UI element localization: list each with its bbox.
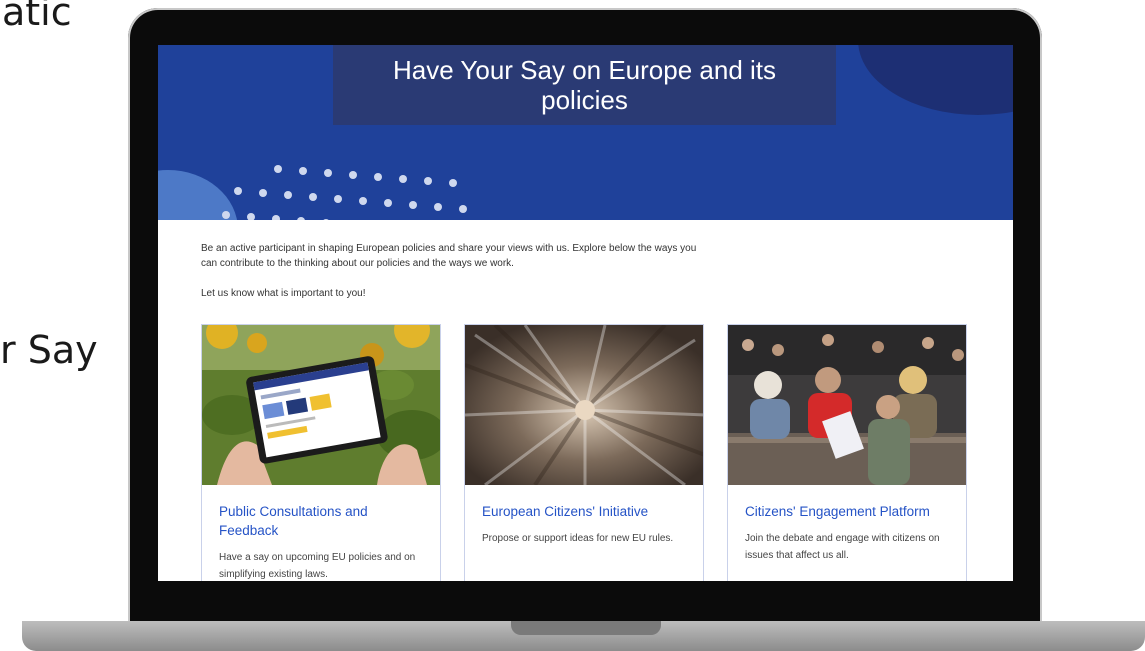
- card-title[interactable]: Public Consultations and Feedback: [219, 502, 419, 540]
- card-description: Join the debate and engage with citizens…: [745, 533, 940, 561]
- card-description: Propose or support ideas for new EU rule…: [482, 533, 674, 544]
- card-description: Have a say on upcoming EU policies and o…: [219, 552, 416, 580]
- card-image-tablet-sunflowers: [202, 325, 440, 485]
- card-image-crowd: [465, 325, 703, 485]
- decorative-blob: [858, 45, 1013, 115]
- card-title[interactable]: European Citizens' Initiative: [482, 502, 682, 521]
- page-title: Have Your Say on Europe and its policies: [392, 55, 777, 115]
- card-european-citizens-initiative[interactable]: European Citizens' Initiative Propose or…: [464, 324, 704, 581]
- card-citizens-engagement-platform[interactable]: Citizens' Engagement Platform Join the d…: [727, 324, 967, 581]
- card-title[interactable]: Citizens' Engagement Platform: [745, 502, 945, 521]
- card-public-consultations[interactable]: Public Consultations and Feedback Have a…: [201, 324, 441, 581]
- laptop-screen: Have Your Say on Europe and its policies…: [158, 45, 1013, 581]
- card-image-debate-audience: [728, 325, 966, 485]
- hero-banner: Have Your Say on Europe and its policies: [158, 45, 1013, 220]
- intro-call-to-action: Let us know what is important to you!: [201, 288, 366, 299]
- laptop-notch: [511, 621, 661, 635]
- background-caption-middle: r Say: [0, 328, 98, 372]
- background-caption-top: atic: [2, 0, 72, 34]
- hero-title-box: Have Your Say on Europe and its policies: [333, 45, 836, 125]
- intro-paragraph: Be an active participant in shaping Euro…: [201, 243, 697, 269]
